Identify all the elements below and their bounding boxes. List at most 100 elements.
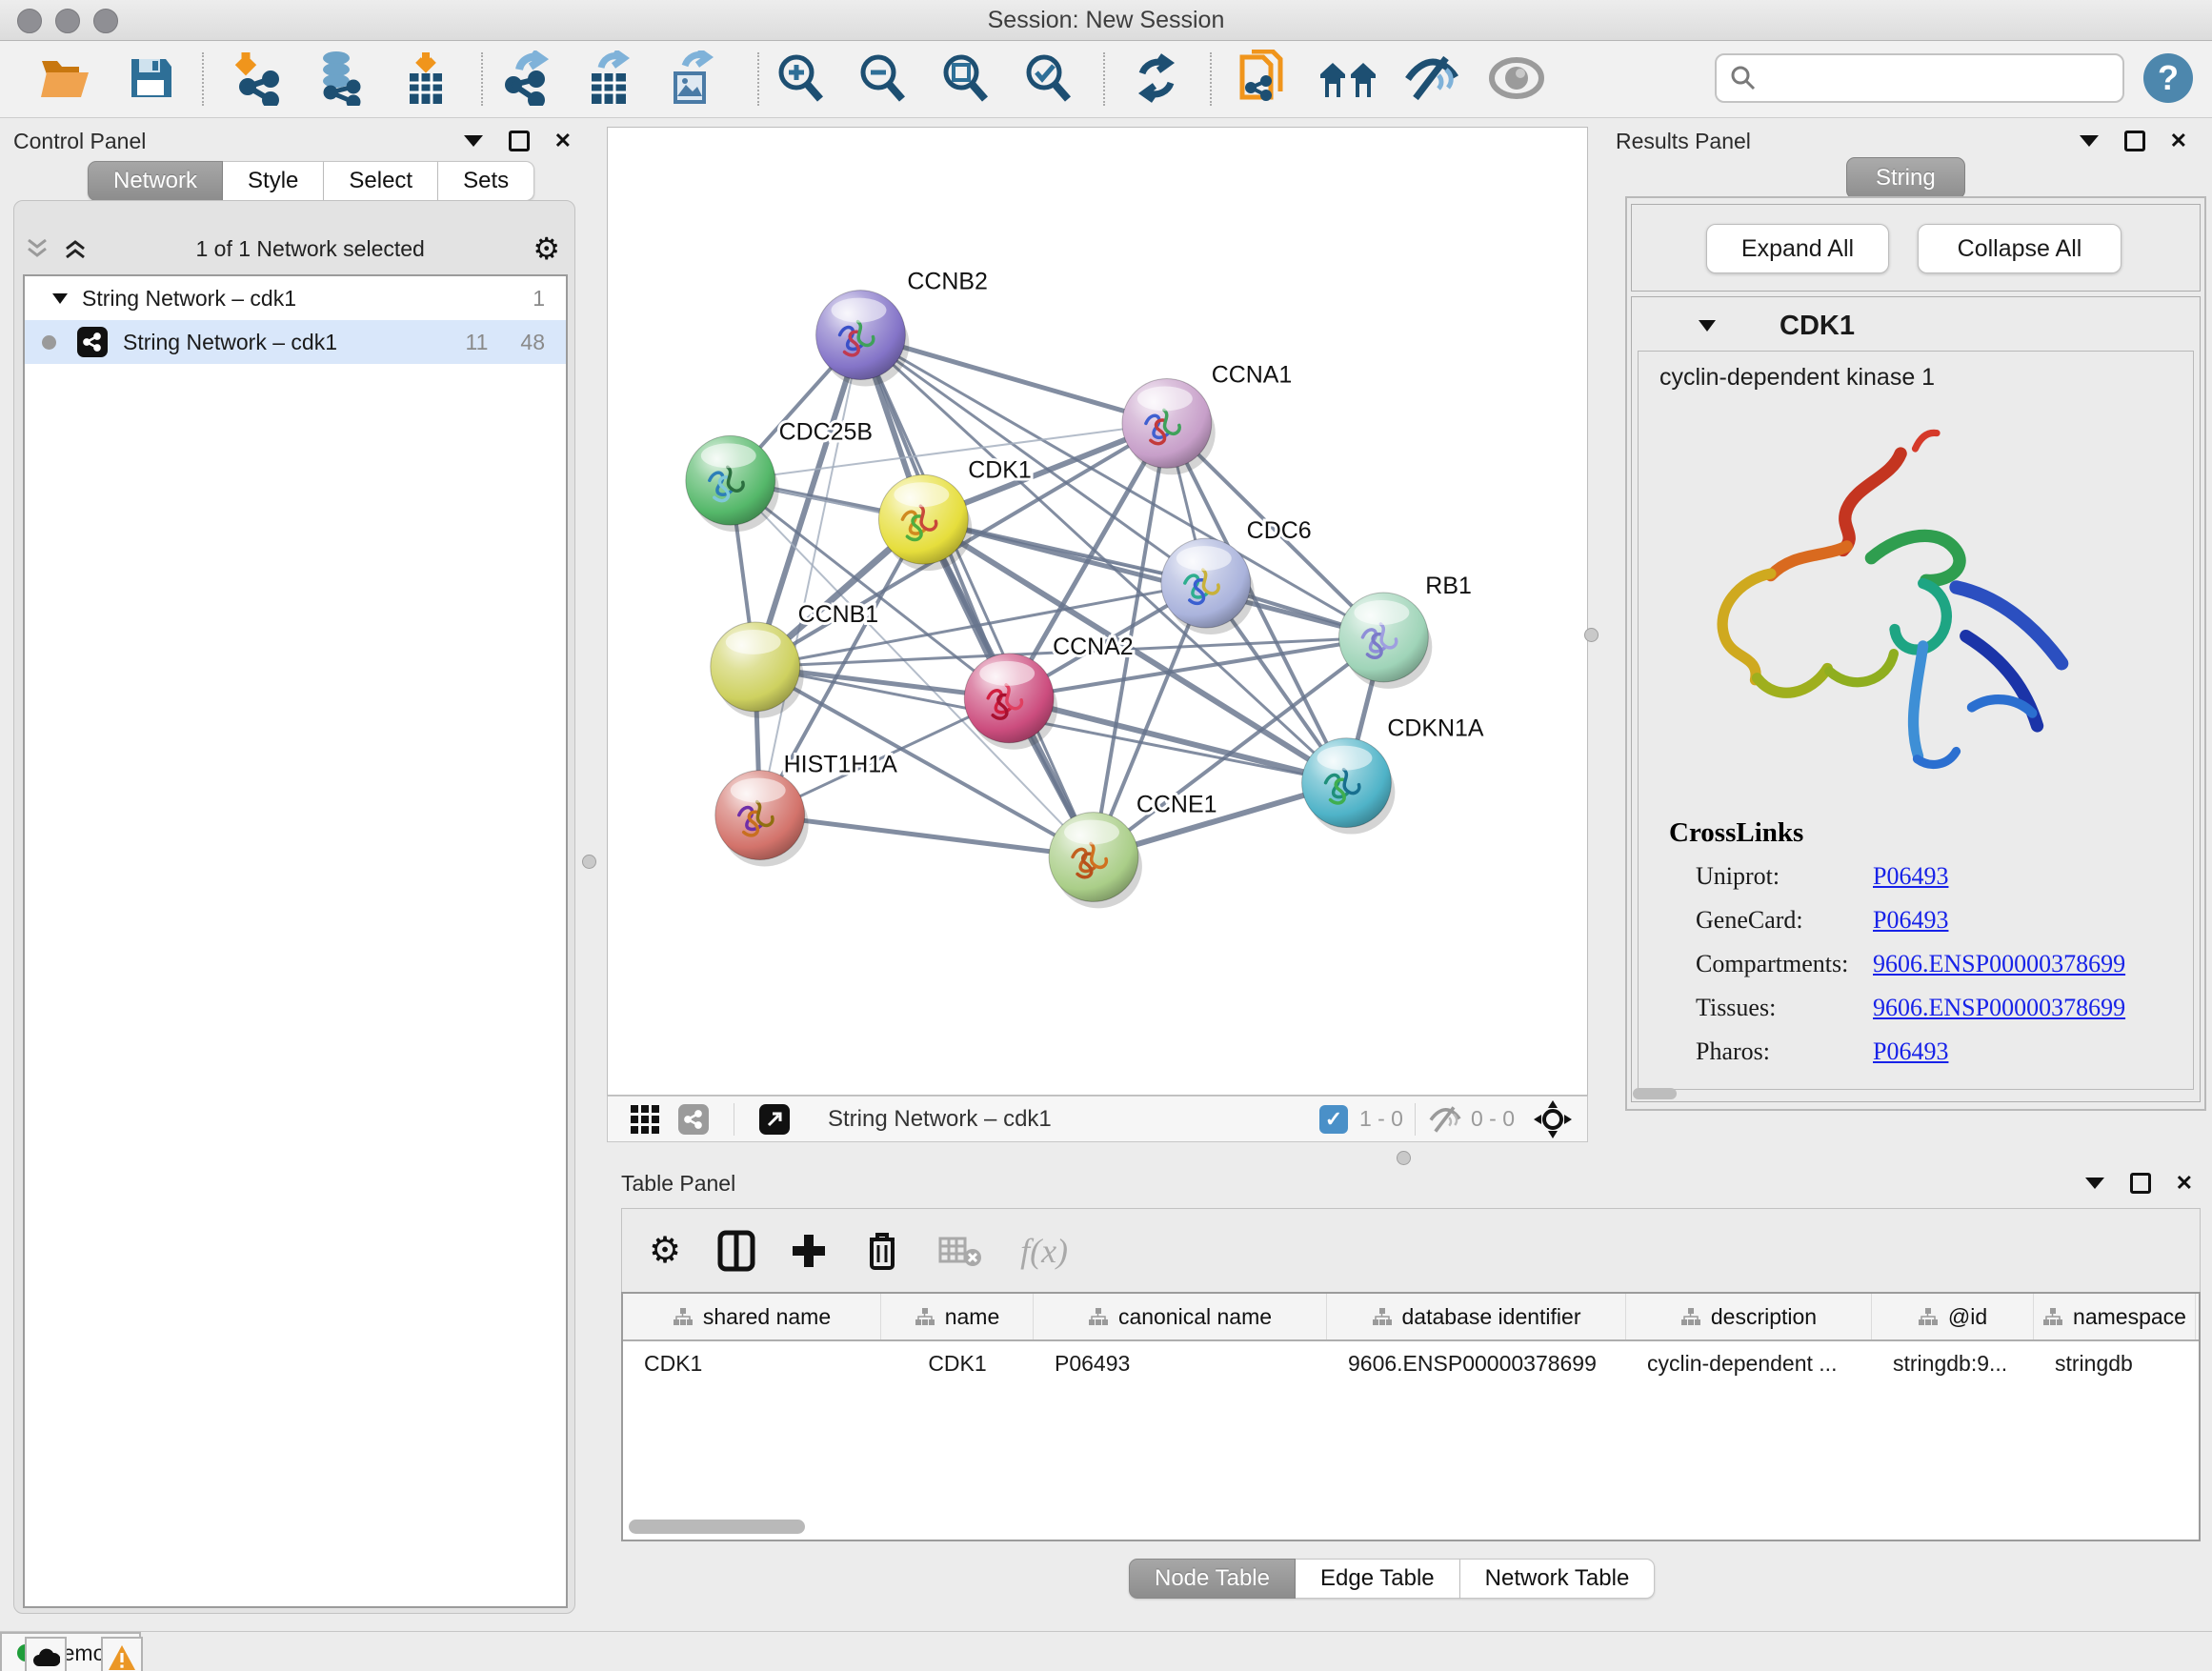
open-in-window-icon[interactable] xyxy=(759,1104,790,1135)
gene-name: CDK1 xyxy=(1780,311,1855,342)
expand-all-icon[interactable] xyxy=(63,238,88,259)
column-header-@id[interactable]: @id xyxy=(1872,1294,2034,1339)
selected-nodes-checkbox-icon[interactable]: ✓ xyxy=(1319,1105,1348,1134)
show-columns-icon[interactable] xyxy=(717,1230,755,1272)
search-input[interactable] xyxy=(1757,65,2113,91)
tab-edge-table[interactable]: Edge Table xyxy=(1296,1559,1460,1599)
warning-icon xyxy=(108,1644,136,1671)
horizontal-splitter-handle[interactable] xyxy=(1397,1151,1411,1165)
network-node-cdc25b[interactable]: CDC25B xyxy=(686,418,873,532)
network-edge-ccnb2-ccne1[interactable] xyxy=(860,335,1094,857)
hierarchy-icon xyxy=(2042,1307,2063,1326)
column-header-shared-name[interactable]: shared name xyxy=(623,1294,881,1339)
cloud-status-button[interactable] xyxy=(25,1637,67,1671)
export-network-icon[interactable] xyxy=(497,49,556,108)
hidden-eye-icon[interactable] xyxy=(1427,1105,1463,1134)
delete-table-icon[interactable] xyxy=(938,1233,982,1269)
maximize-panel-icon[interactable] xyxy=(2124,131,2145,151)
crosslink-link[interactable]: 9606.ENSP00000378699 xyxy=(1873,950,2125,978)
tab-node-table[interactable]: Node Table xyxy=(1129,1559,1296,1599)
vertical-splitter-handle[interactable] xyxy=(582,855,596,869)
import-network-file-icon[interactable] xyxy=(229,49,288,108)
tab-string[interactable]: String xyxy=(1846,157,1965,199)
zoom-in-icon[interactable] xyxy=(771,49,830,108)
close-panel-icon[interactable]: ✕ xyxy=(2176,1173,2193,1194)
network-type-badge-icon[interactable] xyxy=(678,1104,709,1135)
open-session-icon[interactable] xyxy=(35,49,94,108)
hide-selection-icon[interactable] xyxy=(1402,49,1461,108)
gene-section-header[interactable]: CDK1 xyxy=(1631,303,2201,349)
network-canvas[interactable]: CCNB2CCNA1CDC25BCDK1CDC6RB1CCNB1CCNA2CDK… xyxy=(607,127,1588,1096)
hierarchy-icon xyxy=(1372,1307,1393,1326)
search-box[interactable] xyxy=(1715,53,2124,103)
network-edge-hist1h1a-ccne1[interactable] xyxy=(760,815,1094,857)
function-builder-icon[interactable]: f(x) xyxy=(1020,1231,1068,1271)
network-node-ccne1[interactable]: CCNE1 xyxy=(1049,792,1217,909)
float-panel-icon[interactable] xyxy=(2084,1177,2105,1190)
save-session-icon[interactable] xyxy=(121,49,180,108)
first-neighbors-icon[interactable] xyxy=(1318,49,1377,108)
zoom-fit-icon[interactable] xyxy=(935,49,995,108)
network-node-ccnb2[interactable]: CCNB2 xyxy=(816,269,988,387)
tab-style[interactable]: Style xyxy=(223,161,324,201)
fit-selected-crosshair-icon[interactable] xyxy=(1534,1100,1572,1138)
results-panel-title: Results Panel xyxy=(1616,129,1751,154)
network-collection-row[interactable]: String Network – cdk1 1 xyxy=(25,276,566,320)
network-node-cdk1[interactable]: CDK1 xyxy=(878,456,1031,571)
control-panel-title: Control Panel xyxy=(13,129,146,154)
column-header-database-identifier[interactable]: database identifier xyxy=(1327,1294,1626,1339)
results-splitter-handle[interactable] xyxy=(1584,628,1599,642)
expand-all-button[interactable]: Expand All xyxy=(1706,224,1889,273)
network-node-ccna1[interactable]: CCNA1 xyxy=(1122,361,1292,474)
network-node-hist1h1a[interactable]: HIST1H1A xyxy=(715,752,897,867)
network-node-cdc6[interactable]: CDC6 xyxy=(1161,517,1312,634)
network-row[interactable]: String Network – cdk1 11 48 xyxy=(25,320,566,364)
crosslink-link[interactable]: P06493 xyxy=(1873,1037,1948,1066)
network-edge-cdk1-rb1[interactable] xyxy=(923,519,1383,637)
zoom-out-icon[interactable] xyxy=(853,49,912,108)
network-edge-ccnb2-hist1h1a[interactable] xyxy=(760,335,861,815)
import-network-database-icon[interactable] xyxy=(310,49,369,108)
graphics-details-icon[interactable] xyxy=(1487,49,1546,108)
table-horizontal-scrollbar[interactable] xyxy=(629,1520,805,1534)
column-header-name[interactable]: name xyxy=(881,1294,1034,1339)
tab-network-table[interactable]: Network Table xyxy=(1460,1559,1656,1599)
tab-select[interactable]: Select xyxy=(324,161,438,201)
network-node-rb1[interactable]: RB1 xyxy=(1339,573,1472,689)
zoom-selected-icon[interactable] xyxy=(1018,49,1077,108)
birds-eye-grid-icon[interactable] xyxy=(629,1103,661,1136)
network-options-gear-icon[interactable]: ⚙ xyxy=(533,233,560,264)
delete-column-icon[interactable] xyxy=(864,1230,900,1272)
tab-network[interactable]: Network xyxy=(88,161,223,201)
create-column-icon[interactable] xyxy=(790,1232,828,1270)
table-row[interactable]: CDK1CDK1P064939606.ENSP00000378699cyclin… xyxy=(623,1341,2199,1385)
column-header-namespace[interactable]: namespace xyxy=(2034,1294,2196,1339)
new-network-from-selection-icon[interactable] xyxy=(1236,49,1295,108)
float-panel-icon[interactable] xyxy=(2079,134,2100,148)
maximize-panel-icon[interactable] xyxy=(509,131,530,151)
collapse-all-icon[interactable] xyxy=(25,238,50,259)
export-table-icon[interactable] xyxy=(580,49,639,108)
column-header-canonical-name[interactable]: canonical name xyxy=(1034,1294,1327,1339)
close-panel-icon[interactable]: ✕ xyxy=(554,131,572,151)
collapse-all-button[interactable]: Collapse All xyxy=(1918,224,2122,273)
collection-expand-icon[interactable] xyxy=(51,292,69,305)
help-icon[interactable]: ? xyxy=(2139,49,2198,108)
tab-sets[interactable]: Sets xyxy=(438,161,534,201)
export-image-icon[interactable] xyxy=(662,49,721,108)
warning-status-button[interactable] xyxy=(101,1637,143,1671)
maximize-panel-icon[interactable] xyxy=(2130,1173,2151,1194)
gene-collapse-icon[interactable] xyxy=(1698,319,1717,332)
column-header-description[interactable]: description xyxy=(1626,1294,1872,1339)
float-panel-icon[interactable] xyxy=(463,134,484,148)
crosslink-link[interactable]: P06493 xyxy=(1873,906,1948,935)
network-node-cdkn1a[interactable]: CDKN1A xyxy=(1302,715,1484,835)
crosslink-link[interactable]: P06493 xyxy=(1873,862,1948,891)
results-horizontal-scrollbar[interactable] xyxy=(1633,1088,1677,1099)
import-table-file-icon[interactable] xyxy=(396,49,455,108)
crosslink-link[interactable]: 9606.ENSP00000378699 xyxy=(1873,994,2125,1022)
network-node-ccnb1[interactable]: CCNB1 xyxy=(711,601,878,718)
close-panel-icon[interactable]: ✕ xyxy=(2170,131,2187,151)
refresh-icon[interactable] xyxy=(1127,49,1186,108)
table-options-gear-icon[interactable]: ⚙ xyxy=(649,1236,681,1266)
